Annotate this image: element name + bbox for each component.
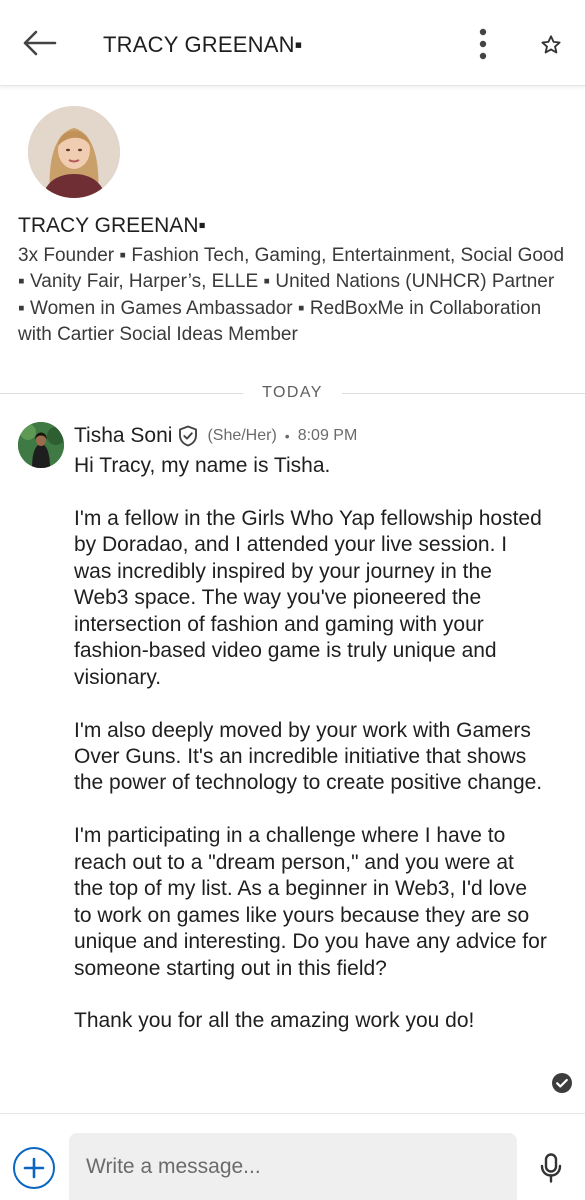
microphone-icon bbox=[540, 1153, 562, 1183]
sender-pronouns: (She/Her) bbox=[207, 427, 277, 444]
message-body: Hi Tracy, my name is Tisha. I'm a fellow… bbox=[74, 453, 548, 1035]
add-attachment-button[interactable] bbox=[13, 1147, 55, 1189]
more-options-button[interactable] bbox=[468, 26, 498, 62]
arrow-left-icon bbox=[23, 30, 57, 56]
back-button[interactable] bbox=[18, 26, 60, 60]
profile-avatar[interactable] bbox=[28, 106, 120, 198]
message-paragraph: Hi Tracy, my name is Tisha. bbox=[74, 454, 331, 477]
verified-shield-icon bbox=[178, 425, 198, 447]
date-divider-label: TODAY bbox=[262, 384, 323, 401]
divider-line-right bbox=[342, 393, 585, 394]
message-paragraph: I'm also deeply moved by your work with … bbox=[74, 718, 543, 795]
message-timestamp: 8:09 PM bbox=[297, 427, 358, 444]
message-input[interactable] bbox=[69, 1133, 517, 1200]
divider-line-left bbox=[0, 393, 243, 394]
top-bar: TRACY GREENAN▪ bbox=[0, 0, 585, 86]
sender-avatar[interactable] bbox=[18, 422, 64, 468]
meta-separator: • bbox=[284, 428, 290, 444]
voice-message-button[interactable] bbox=[538, 1152, 564, 1184]
message-paragraph: I'm a fellow in the Girls Who Yap fellow… bbox=[74, 506, 542, 689]
conversation-title[interactable]: TRACY GREENAN▪ bbox=[103, 32, 303, 58]
star-button[interactable] bbox=[536, 30, 566, 60]
message-paragraph: Thank you for all the amazing work you d… bbox=[74, 1009, 475, 1033]
message-header: Tisha Soni (She/Her) • 8:09 PM bbox=[74, 422, 357, 450]
sender-name[interactable]: Tisha Soni bbox=[74, 424, 172, 448]
star-outline-icon bbox=[541, 35, 561, 54]
plus-icon bbox=[23, 1157, 45, 1179]
profile-photo bbox=[28, 106, 120, 198]
sent-check-icon bbox=[551, 1072, 573, 1094]
profile-headline: 3x Founder ▪ Fashion Tech, Gaming, Enter… bbox=[18, 245, 565, 345]
message-paragraph: I'm participating in a challenge where I… bbox=[74, 824, 547, 980]
sender-photo bbox=[18, 422, 64, 468]
more-vertical-icon bbox=[479, 28, 487, 60]
message-composer bbox=[0, 1113, 585, 1200]
profile-name[interactable]: TRACY GREENAN▪ bbox=[18, 214, 206, 238]
